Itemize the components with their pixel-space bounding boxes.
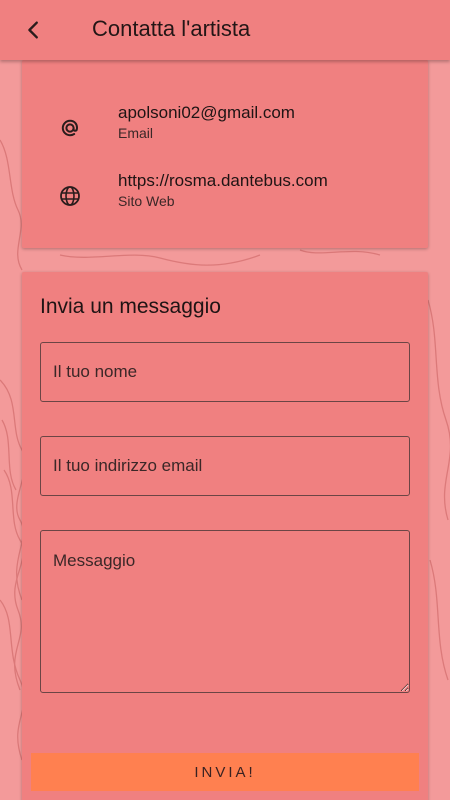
contact-info-card: apolsoni02@gmail.com Email https://rosma…	[22, 60, 428, 248]
back-button[interactable]	[14, 10, 54, 50]
message-form-card: Invia un messaggio	[22, 272, 428, 800]
email-contact-row[interactable]: apolsoni02@gmail.com Email	[22, 102, 428, 152]
form-title: Invia un messaggio	[40, 295, 221, 318]
website-value: https://rosma.dantebus.com	[118, 171, 328, 190]
at-sign-icon	[58, 116, 82, 140]
send-button[interactable]: INVIA!	[31, 753, 419, 791]
chevron-left-icon	[28, 21, 38, 39]
website-label: Sito Web	[118, 193, 175, 209]
website-contact-row[interactable]: https://rosma.dantebus.com Sito Web	[22, 170, 428, 220]
email-label: Email	[118, 125, 154, 141]
globe-icon	[58, 184, 82, 208]
name-input[interactable]	[40, 342, 410, 402]
page-title: Contatta l'artista	[92, 16, 251, 41]
message-textarea[interactable]	[40, 530, 410, 693]
email-value: apolsoni02@gmail.com	[118, 103, 295, 122]
email-input[interactable]	[40, 436, 410, 496]
app-bar: Contatta l'artista	[0, 0, 450, 60]
